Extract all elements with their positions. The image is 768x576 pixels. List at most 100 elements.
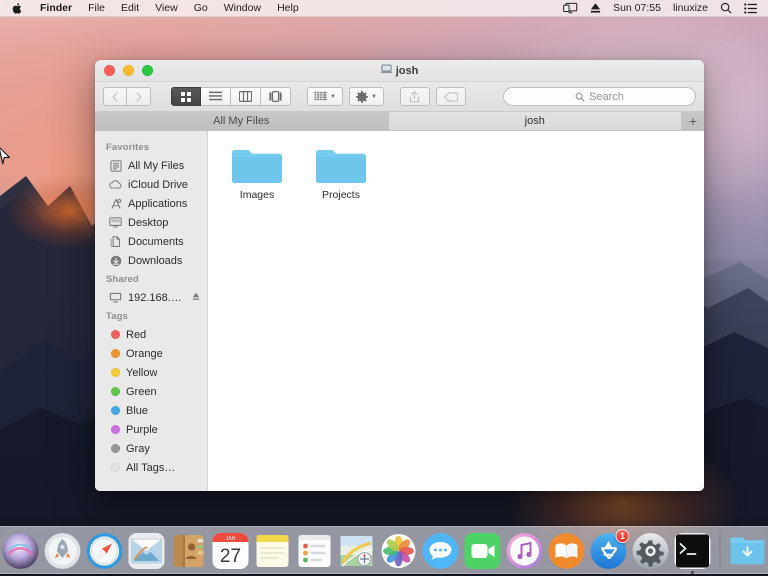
all-my-files-icon (109, 159, 122, 172)
icon-view-button[interactable] (171, 87, 201, 106)
sidebar-item-all-my-files[interactable]: All My Files (95, 156, 207, 175)
tab-all-my-files[interactable]: All My Files (95, 112, 389, 130)
sidebar-item-label: Purple (126, 423, 158, 436)
dock-item-terminal[interactable] (674, 531, 712, 574)
column-view-button[interactable] (231, 87, 261, 106)
file-label: Projects (322, 189, 360, 201)
sidebar-header-shared: Shared (106, 274, 139, 285)
search-icon (575, 92, 585, 102)
maps-icon (339, 533, 375, 569)
chevron-down-icon: ▼ (330, 93, 336, 100)
menu-item-help[interactable]: Help (269, 0, 307, 17)
sidebar-header-tags: Tags (106, 311, 128, 322)
coverflow-view-button[interactable] (261, 87, 291, 106)
sidebar-item-tag-orange[interactable]: Orange (95, 344, 207, 363)
menu-bar-username[interactable]: linuxize (667, 0, 714, 17)
sidebar-item-tag-gray[interactable]: Gray (95, 439, 207, 458)
tag-dot-icon (111, 349, 120, 358)
dock-item-maps[interactable] (338, 531, 376, 569)
folder-icon (231, 145, 283, 185)
launchpad-icon (44, 533, 81, 569)
dock-item-downloads-stack[interactable] (729, 531, 767, 569)
sidebar-item-applications[interactable]: Applications (95, 194, 207, 213)
minimize-window-button[interactable] (123, 65, 134, 76)
menu-item-view[interactable]: View (147, 0, 186, 17)
sidebar-item-tag-purple[interactable]: Purple (95, 420, 207, 439)
file-item-projects[interactable]: Projects (310, 145, 372, 201)
dock-item-messages[interactable] (422, 531, 460, 569)
dock-item-app-store[interactable]: 1 (590, 529, 630, 569)
dock-item-itunes[interactable] (506, 531, 544, 569)
dock-item-facetime[interactable] (464, 531, 502, 569)
sidebar-item-desktop[interactable]: Desktop (95, 213, 207, 232)
finder-file-area[interactable]: Images Projects (208, 131, 704, 491)
ibooks-icon (548, 533, 585, 569)
dock-item-mail[interactable] (128, 531, 166, 569)
dock-item-reminders[interactable] (296, 531, 334, 569)
close-window-button[interactable] (104, 65, 115, 76)
share-button[interactable] (399, 87, 430, 106)
sidebar-item-tag-blue[interactable]: Blue (95, 401, 207, 420)
sidebar-header-favorites: Favorites (106, 142, 150, 153)
sidebar-item-tag-yellow[interactable]: Yellow (95, 363, 207, 382)
terminal-icon (674, 533, 711, 569)
list-view-button[interactable] (201, 87, 231, 106)
sidebar-item-tag-green[interactable]: Green (95, 382, 207, 401)
network-computer-icon (109, 291, 122, 304)
sidebar-item-label: Yellow (126, 366, 158, 379)
menu-item-finder[interactable]: Finder (32, 0, 80, 17)
menu-item-go[interactable]: Go (186, 0, 216, 17)
sidebar-item-documents[interactable]: Documents (95, 232, 207, 251)
sidebar-item-network-host[interactable]: 192.168.1.116 (95, 288, 207, 307)
menu-item-window[interactable]: Window (216, 0, 269, 17)
tab-josh[interactable]: josh (388, 112, 682, 130)
svg-text:27: 27 (220, 546, 241, 567)
notification-center-icon[interactable] (738, 0, 763, 17)
search-field[interactable]: Search (503, 87, 696, 106)
dock-item-notes[interactable] (254, 531, 292, 569)
menu-item-edit[interactable]: Edit (113, 0, 147, 17)
dock-item-photos[interactable] (380, 531, 418, 569)
sidebar-item-label: Blue (126, 404, 149, 417)
system-preferences-icon (632, 533, 669, 569)
search-input[interactable]: Search (589, 91, 624, 103)
back-button[interactable] (103, 87, 127, 106)
documents-icon (109, 235, 122, 248)
chevron-down-icon: ▼ (370, 93, 377, 100)
sidebar-item-icloud-drive[interactable]: iCloud Drive (95, 175, 207, 194)
dock-item-calendar[interactable]: JAN 27 (212, 531, 250, 569)
eject-icon[interactable] (192, 292, 200, 303)
dock-item-siri[interactable] (2, 531, 40, 569)
action-gear-button[interactable]: ▼ (348, 87, 384, 106)
forward-button[interactable] (127, 87, 151, 106)
file-item-images[interactable]: Images (226, 145, 288, 201)
sidebar-item-tag-red[interactable]: Red (95, 325, 207, 344)
finder-window[interactable]: josh ▼ ▼ Search All My Files josh + Favo… (95, 60, 704, 491)
sidebar-item-label: 192.168.1.116 (128, 291, 186, 304)
sidebar-item-label: All My Files (128, 159, 185, 172)
traffic-light-buttons (95, 65, 153, 76)
contacts-icon (171, 533, 207, 569)
dock-item-launchpad[interactable] (44, 531, 82, 569)
dock-item-system-preferences[interactable] (632, 531, 670, 569)
eject-icon[interactable] (584, 0, 607, 17)
dock-item-contacts[interactable] (170, 531, 208, 569)
dock-item-safari[interactable] (86, 531, 124, 569)
menu-item-file[interactable]: File (80, 0, 113, 17)
zoom-window-button[interactable] (142, 65, 153, 76)
arrange-by-button[interactable]: ▼ (307, 87, 343, 106)
apple-logo-icon[interactable] (6, 0, 32, 17)
notes-icon (255, 533, 291, 569)
safari-icon (86, 533, 123, 569)
window-titlebar[interactable]: josh (95, 60, 704, 82)
sidebar-item-downloads[interactable]: Downloads (95, 251, 207, 270)
facetime-icon (464, 533, 501, 569)
edit-tags-button[interactable] (435, 87, 466, 106)
display-screen-icon[interactable] (557, 0, 584, 17)
menu-bar-clock[interactable]: Sun 07:55 (607, 0, 667, 17)
spotlight-search-icon[interactable] (714, 0, 738, 17)
dock-item-ibooks[interactable] (548, 531, 586, 569)
new-tab-button[interactable]: + (682, 112, 704, 130)
sidebar-item-all-tags[interactable]: All Tags… (95, 458, 207, 477)
reminders-icon (297, 533, 333, 569)
